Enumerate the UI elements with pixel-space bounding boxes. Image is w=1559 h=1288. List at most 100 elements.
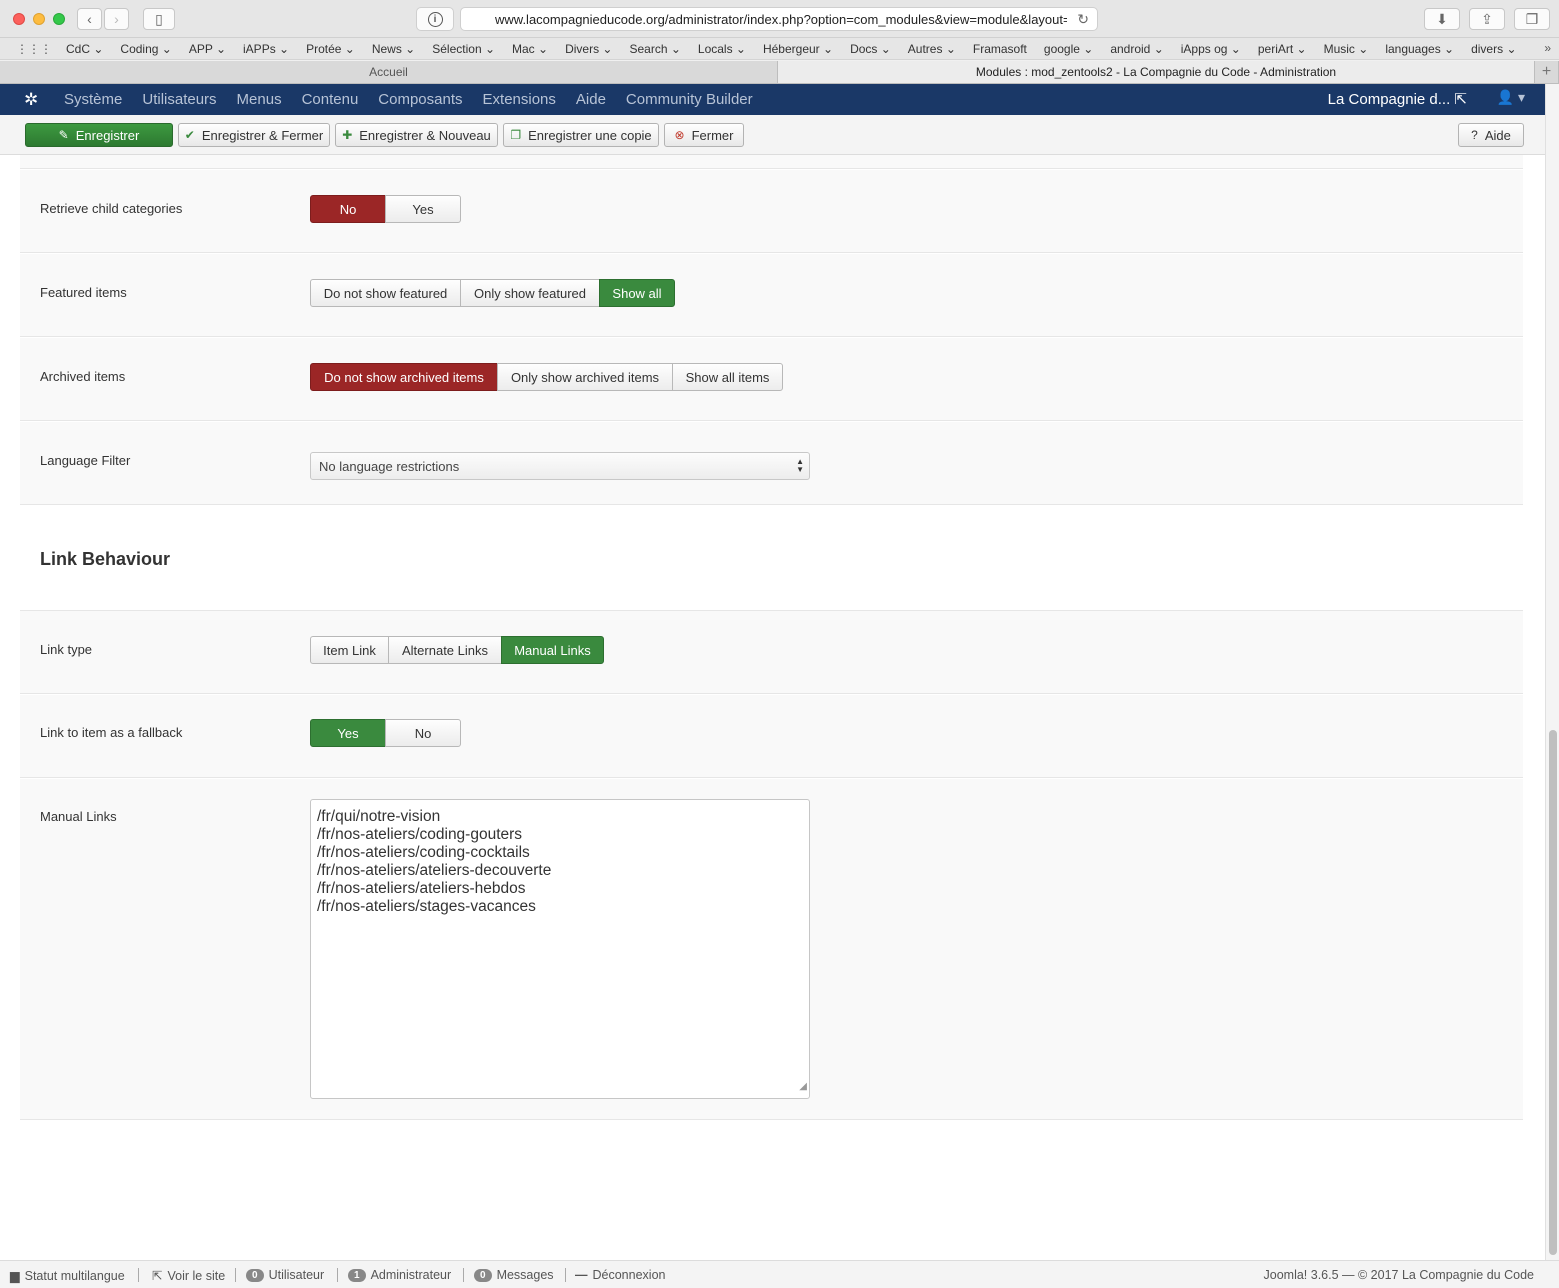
more-bookmarks-icon[interactable]: » xyxy=(1544,41,1551,55)
fallback-label: Link to item as a fallback xyxy=(40,725,183,740)
reload-icon[interactable]: ↻ xyxy=(1077,11,1089,28)
featured-option-only-show-featured[interactable]: Only show featured xyxy=(460,279,600,307)
logout-link[interactable]: — Déconnexion xyxy=(575,1268,665,1282)
bookmark-prot-e[interactable]: Protée ⌄ xyxy=(306,42,355,56)
share-button[interactable]: ⇪ xyxy=(1469,8,1505,30)
save-close-button[interactable]: ✔ Enregistrer & Fermer xyxy=(178,123,330,147)
fallback-option-yes[interactable]: Yes xyxy=(310,719,386,747)
external-link-icon: ⇱ xyxy=(152,1269,163,1283)
child-categories-option-yes[interactable]: Yes xyxy=(385,195,461,223)
bookmark-search[interactable]: Search ⌄ xyxy=(629,42,680,56)
bookmark-docs[interactable]: Docs ⌄ xyxy=(850,42,891,56)
bookmark-h-bergeur[interactable]: Hébergeur ⌄ xyxy=(763,42,833,56)
child-categories-option-no[interactable]: No xyxy=(310,195,386,223)
bookmark-app[interactable]: APP ⌄ xyxy=(189,42,226,56)
messages-count-badge: 0 xyxy=(474,1268,492,1282)
site-name-link[interactable]: La Compagnie d... ⇱ xyxy=(1328,90,1467,108)
menu-community-builder[interactable]: Community Builder xyxy=(626,91,753,108)
bookmark-framasoft[interactable]: Framasoft xyxy=(973,42,1027,56)
new-tab-button[interactable]: + xyxy=(1535,61,1559,83)
status-bar: ▆ Statut multilangue ⇱ Voir le site 0 Utili… xyxy=(0,1260,1559,1288)
save-copy-button[interactable]: ❐ Enregistrer une copie xyxy=(503,123,659,147)
zoom-window-button[interactable] xyxy=(53,13,65,25)
bookmark-periart[interactable]: periArt ⌄ xyxy=(1258,42,1307,56)
close-button[interactable]: ⊗ Fermer xyxy=(664,123,744,147)
view-site-link[interactable]: ⇱ Voir le site xyxy=(152,1268,225,1284)
archived-option-only-show-archived-items[interactable]: Only show archived items xyxy=(497,363,673,391)
browser-tab[interactable]: Modules : mod_zentools2 - La Compagnie d… xyxy=(778,61,1535,83)
link-type-option-alternate-links[interactable]: Alternate Links xyxy=(388,636,502,664)
multilang-status-link[interactable]: ▆ Statut multilangue xyxy=(10,1268,125,1284)
share-icon: ⇪ xyxy=(1481,10,1493,27)
bookmark-android[interactable]: android ⌄ xyxy=(1110,42,1163,56)
manual-links-textarea[interactable]: /fr/qui/notre-vision/fr/nos-ateliers/cod… xyxy=(310,799,810,1099)
archived-option-show-all-items[interactable]: Show all items xyxy=(672,363,783,391)
download-icon: ⬇ xyxy=(1436,10,1448,27)
link-type-option-manual-links[interactable]: Manual Links xyxy=(501,636,604,664)
bookmark-news[interactable]: News ⌄ xyxy=(372,42,415,56)
bookmark-iapps[interactable]: iAPPs ⌄ xyxy=(243,42,289,56)
bookmark-autres[interactable]: Autres ⌄ xyxy=(908,42,956,56)
menu-menus[interactable]: Menus xyxy=(237,91,282,108)
menu-aide[interactable]: Aide xyxy=(576,91,606,108)
featured-items-label: Featured items xyxy=(40,285,127,300)
bookmark-locals[interactable]: Locals ⌄ xyxy=(698,42,746,56)
field-row-previous xyxy=(20,155,1523,169)
link-type-option-item-link[interactable]: Item Link xyxy=(310,636,389,664)
bookmark-divers[interactable]: Divers ⌄ xyxy=(565,42,612,56)
close-window-button[interactable] xyxy=(13,13,25,25)
child-categories-label: Retrieve child categories xyxy=(40,201,183,216)
fallback-toggle: Yes No xyxy=(310,719,461,747)
comment-icon: ▆ xyxy=(10,1269,20,1283)
bookmark-mac[interactable]: Mac ⌄ xyxy=(512,42,548,56)
resize-handle-icon[interactable]: ◢ xyxy=(799,1078,807,1096)
manual-link-line: /fr/nos-ateliers/ateliers-hebdos xyxy=(317,880,526,897)
grid-icon[interactable]: ⋮⋮⋮ xyxy=(16,42,52,56)
link-type-toggle: Item Link Alternate Links Manual Links xyxy=(310,636,604,664)
menu-extensions[interactable]: Extensions xyxy=(483,91,556,108)
scrollbar-thumb[interactable] xyxy=(1549,730,1557,1255)
featured-items-toggle: Do not show featured Only show featured Sh… xyxy=(310,279,675,307)
bookmark-iapps-og[interactable]: iApps og ⌄ xyxy=(1181,42,1241,56)
save-new-button[interactable]: ✚ Enregistrer & Nouveau xyxy=(335,123,498,147)
tab-bar: Accueil Modules : mod_zentools2 - La Comp… xyxy=(0,61,1559,84)
forward-button[interactable]: › xyxy=(104,8,129,30)
page-scrollbar[interactable] xyxy=(1545,84,1559,1260)
menu-composants[interactable]: Composants xyxy=(378,91,462,108)
user-menu-icon[interactable]: 👤 ▾ xyxy=(1497,89,1525,106)
bookmark-music[interactable]: Music ⌄ xyxy=(1324,42,1369,56)
bookmark-coding[interactable]: Coding ⌄ xyxy=(120,42,171,56)
field-row-featured: Featured items Do not show featured Only … xyxy=(20,254,1523,337)
messages-link[interactable]: 0 Messages xyxy=(474,1268,554,1282)
site-info-button[interactable]: i xyxy=(416,7,454,31)
menu-contenu[interactable]: Contenu xyxy=(302,91,359,108)
featured-option-show-all[interactable]: Show all xyxy=(599,279,675,307)
fallback-option-no[interactable]: No xyxy=(385,719,461,747)
tabs-overview-button[interactable]: ❐ xyxy=(1514,8,1550,30)
users-link[interactable]: 0 Utilisateur xyxy=(246,1268,324,1282)
bookmark-s-lection[interactable]: Sélection ⌄ xyxy=(432,42,495,56)
admins-link[interactable]: 1 Administrateur xyxy=(348,1268,451,1282)
featured-option-do-not-show-featured[interactable]: Do not show featured xyxy=(310,279,461,307)
help-button[interactable]: ? Aide xyxy=(1458,123,1524,147)
chevron-left-icon: ‹ xyxy=(87,11,92,27)
downloads-button[interactable]: ⬇ xyxy=(1424,8,1460,30)
menu-syst-me[interactable]: Système xyxy=(64,91,122,108)
address-bar[interactable]: www.lacompagnieducode.org/administrator/… xyxy=(460,7,1098,31)
archived-option-do-not-show-archived-items[interactable]: Do not show archived items xyxy=(310,363,498,391)
bookmark-google[interactable]: google ⌄ xyxy=(1044,42,1093,56)
info-icon: i xyxy=(427,11,443,27)
joomla-logo-icon[interactable]: ✲ xyxy=(24,90,42,109)
back-button[interactable]: ‹ xyxy=(77,8,102,30)
bookmark-cdc[interactable]: CdC ⌄ xyxy=(66,42,103,56)
browser-tab[interactable]: Accueil xyxy=(0,61,778,83)
language-filter-select[interactable]: No language restrictions ▲ ▼ xyxy=(310,452,810,480)
minimize-window-button[interactable] xyxy=(33,13,45,25)
menu-utilisateurs[interactable]: Utilisateurs xyxy=(142,91,216,108)
bookmark-languages[interactable]: languages ⌄ xyxy=(1385,42,1454,56)
bookmark-divers[interactable]: divers ⌄ xyxy=(1471,42,1516,56)
manual-link-line: /fr/nos-ateliers/stages-vacances xyxy=(317,898,536,915)
save-button[interactable]: ✎ Enregistrer xyxy=(25,123,173,147)
sidebar-toggle-button[interactable]: ▯ xyxy=(143,8,175,30)
link-behaviour-heading: Link Behaviour xyxy=(40,549,171,569)
